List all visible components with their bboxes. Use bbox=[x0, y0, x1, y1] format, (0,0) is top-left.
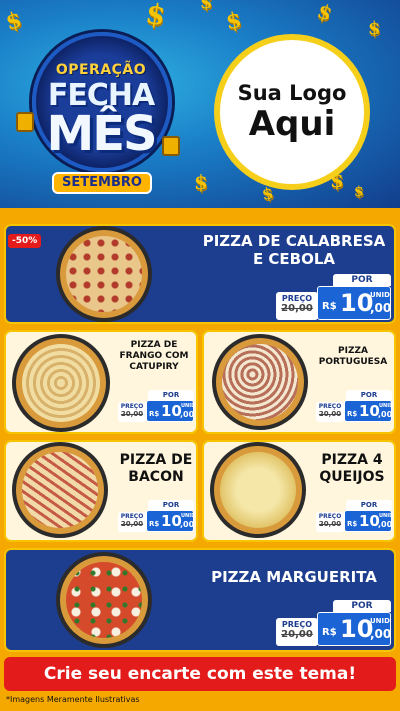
por-label: POR bbox=[148, 500, 194, 510]
currency-label: R$ bbox=[347, 410, 358, 418]
badge-month: SETEMBRO bbox=[52, 172, 152, 194]
price-block: POR PREÇO 20,00 R$ 10 UNID ,00 bbox=[276, 274, 391, 320]
new-price: R$ 10 UNID ,00 bbox=[344, 400, 394, 422]
preco-label: PREÇO bbox=[281, 620, 313, 629]
badge-line1: OPERAÇÃO bbox=[55, 62, 147, 78]
dollar-icon: $ bbox=[354, 184, 364, 200]
old-price: PREÇO 20,00 bbox=[276, 292, 318, 320]
old-price-value: 20,00 bbox=[120, 520, 144, 528]
price-integer: 10 bbox=[340, 615, 374, 643]
logo-placeholder: Sua Logo Aqui bbox=[214, 34, 370, 190]
product-title: PIZZA MARGUERITA bbox=[211, 568, 377, 586]
por-label: POR bbox=[333, 274, 391, 286]
price-block: POR PREÇO 20,00 R$ 10 UNID ,00 bbox=[118, 390, 196, 422]
logo-line2: Aqui bbox=[248, 104, 336, 144]
por-label: POR bbox=[346, 390, 392, 400]
currency-label: R$ bbox=[347, 520, 358, 528]
new-price: R$ 10 UNID ,00 bbox=[146, 400, 196, 422]
lock-icon bbox=[16, 112, 34, 132]
preco-label: PREÇO bbox=[120, 513, 144, 520]
old-price: PREÇO 20,00 bbox=[118, 512, 146, 532]
unit-label: UNID bbox=[379, 513, 394, 519]
unit-label: UNID bbox=[181, 513, 196, 519]
pizza-marguerita-image bbox=[56, 552, 152, 648]
por-label: POR bbox=[346, 500, 392, 510]
price-decimal: ,00 bbox=[370, 627, 392, 641]
footnote: *Imagens Meramente Ilustrativas bbox=[6, 695, 140, 704]
price-decimal: ,00 bbox=[370, 301, 392, 315]
price-block: POR PREÇO 20,00 R$ 10 UNID ,00 bbox=[276, 600, 391, 646]
dollar-icon: $ bbox=[200, 0, 213, 13]
preco-label: PREÇO bbox=[281, 294, 313, 303]
header-banner: $ $ $ $ $ $ $ $ $ $ OPERAÇÃO FECHA MÊS S… bbox=[0, 0, 400, 208]
preco-label: PREÇO bbox=[318, 513, 342, 520]
old-price-value: 20,00 bbox=[318, 520, 342, 528]
price-integer: 10 bbox=[359, 512, 380, 530]
dollar-icon: $ bbox=[314, 0, 336, 26]
product-title: PIZZA DE BACON bbox=[119, 452, 193, 485]
product-title: PIZZA DE CALABRESA E CEBOLA bbox=[202, 232, 386, 268]
pizza-frango-image bbox=[12, 334, 110, 432]
logo-line1: Sua Logo bbox=[237, 81, 347, 105]
por-label: POR bbox=[333, 600, 391, 612]
price-block: POR PREÇO 20,00 R$ 10 UNID ,00 bbox=[316, 500, 394, 532]
currency-label: R$ bbox=[322, 627, 337, 638]
price-decimal: ,00 bbox=[378, 410, 393, 419]
new-price: R$ 10 UNID ,00 bbox=[146, 510, 196, 532]
dollar-icon: $ bbox=[368, 18, 381, 39]
currency-label: R$ bbox=[149, 520, 160, 528]
pizza-portuguesa-image bbox=[212, 334, 308, 430]
price-decimal: ,00 bbox=[378, 520, 393, 529]
cta-banner[interactable]: Crie seu encarte com este tema! bbox=[4, 657, 396, 691]
product-title: PIZZA PORTUGUESA bbox=[318, 346, 388, 367]
price-integer: 10 bbox=[340, 289, 374, 317]
old-price: PREÇO 20,00 bbox=[316, 402, 344, 422]
preco-label: PREÇO bbox=[318, 403, 342, 410]
pizza-calabresa-image bbox=[56, 226, 152, 322]
price-integer: 10 bbox=[161, 402, 182, 420]
price-integer: 10 bbox=[161, 512, 182, 530]
preco-label: PREÇO bbox=[120, 403, 144, 410]
price-integer: 10 bbox=[359, 402, 380, 420]
unit-label: UNID bbox=[379, 403, 394, 409]
old-price-value: 20,00 bbox=[318, 410, 342, 418]
pizza-bacon-image bbox=[12, 442, 108, 538]
price-decimal: ,00 bbox=[180, 520, 195, 529]
price-block: POR PREÇO 20,00 R$ 10 UNID ,00 bbox=[316, 390, 394, 422]
dollar-icon: $ bbox=[223, 6, 244, 36]
old-price-value: 20,00 bbox=[281, 629, 313, 640]
old-price-value: 20,00 bbox=[281, 303, 313, 314]
old-price: PREÇO 20,00 bbox=[316, 512, 344, 532]
new-price: R$ 10 UNID ,00 bbox=[344, 510, 394, 532]
price-block: POR PREÇO 20,00 R$ 10 UNID ,00 bbox=[118, 500, 196, 532]
currency-label: R$ bbox=[149, 410, 160, 418]
pizza-4-queijos-image bbox=[210, 442, 306, 538]
currency-label: R$ bbox=[322, 301, 337, 312]
old-price: PREÇO 20,00 bbox=[118, 402, 146, 422]
dollar-icon: $ bbox=[194, 170, 208, 194]
promo-badge: OPERAÇÃO FECHA MÊS SETEMBRO bbox=[16, 24, 180, 194]
product-title: PIZZA DE FRANGO COM CATUPIRY bbox=[119, 340, 189, 372]
price-decimal: ,00 bbox=[180, 410, 195, 419]
lock-icon bbox=[162, 136, 180, 156]
discount-tag: -50% bbox=[8, 234, 42, 248]
old-price: PREÇO 20,00 bbox=[276, 618, 318, 646]
unit-label: UNID bbox=[181, 403, 196, 409]
old-price-value: 20,00 bbox=[120, 410, 144, 418]
unit-label: UNID bbox=[370, 617, 390, 625]
product-title: PIZZA 4 QUEIJOS bbox=[319, 452, 385, 485]
new-price: R$ 10 UNID ,00 bbox=[317, 286, 391, 320]
por-label: POR bbox=[148, 390, 194, 400]
new-price: R$ 10 UNID ,00 bbox=[317, 612, 391, 646]
unit-label: UNID bbox=[370, 291, 390, 299]
badge-line3: MÊS bbox=[46, 106, 157, 162]
